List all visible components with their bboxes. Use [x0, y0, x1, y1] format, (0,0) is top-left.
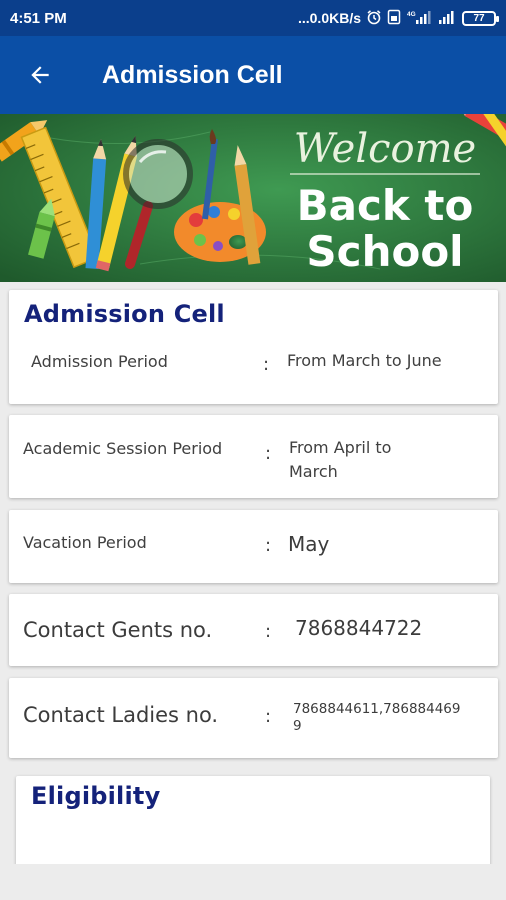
- academic-session-card: Academic Session Period : From April to …: [9, 415, 498, 498]
- colon-separator: :: [263, 354, 270, 375]
- card-title: Admission Cell: [24, 300, 225, 328]
- battery-icon: 77: [462, 10, 499, 26]
- eligibility-title: Eligibility: [31, 782, 161, 810]
- banner-illustration: Welcome Back to School: [0, 114, 506, 282]
- colon-separator: :: [265, 621, 272, 642]
- status-icons: ...0.0KB/s 4G 77: [297, 9, 499, 28]
- colon-separator: :: [265, 535, 272, 556]
- contact-ladies-value[interactable]: 7868844611,7868844699: [293, 701, 465, 735]
- banner-welcome: Welcome: [294, 126, 476, 172]
- alarm-clock-icon: [366, 9, 382, 28]
- status-bar: 4:51 PM ...0.0KB/s 4G 77: [0, 0, 506, 36]
- colon-separator: :: [265, 706, 272, 727]
- vacation-period-value: May: [288, 532, 330, 556]
- contact-gents-card: Contact Gents no. : 7868844722: [9, 594, 498, 666]
- signal-4g-icon: 4G: [406, 9, 432, 28]
- eligibility-card: Eligibility: [16, 776, 490, 864]
- vacation-period-card: Vacation Period : May: [9, 510, 498, 583]
- contact-gents-value[interactable]: 7868844722: [295, 616, 422, 640]
- contact-gents-label: Contact Gents no.: [23, 618, 213, 642]
- vacation-period-label: Vacation Period: [23, 533, 147, 552]
- back-button[interactable]: [0, 36, 80, 114]
- page-title: Admission Cell: [102, 60, 283, 89]
- contact-ladies-label: Contact Ladies no.: [23, 703, 219, 727]
- status-time: 4:51 PM: [10, 9, 67, 27]
- sim-card-icon: [387, 9, 401, 28]
- back-to-school-banner: Welcome Back to School: [0, 114, 506, 282]
- admission-period-card: Admission Cell Admission Period : From M…: [9, 290, 498, 404]
- signal-badge-text: 4G: [407, 11, 416, 18]
- admission-period-label: Admission Period: [31, 352, 168, 371]
- contact-ladies-card: Contact Ladies no. : 7868844611,78688446…: [9, 678, 498, 758]
- bottom-background: [0, 864, 506, 900]
- academic-session-value: From April to March: [289, 438, 392, 481]
- network-speed: ...0.0KB/s: [297, 10, 361, 26]
- academic-session-label: Academic Session Period: [23, 439, 223, 458]
- signal-bars-icon: [437, 9, 457, 28]
- arrow-left-icon: [31, 66, 49, 84]
- banner-line1: Back to: [297, 181, 474, 230]
- admission-period-value: From March to June: [287, 351, 442, 370]
- app-bar: Admission Cell: [0, 36, 506, 114]
- content-scroll[interactable]: Admission Cell Admission Period : From M…: [0, 282, 506, 864]
- banner-line2: School: [306, 227, 463, 276]
- colon-separator: :: [265, 443, 272, 464]
